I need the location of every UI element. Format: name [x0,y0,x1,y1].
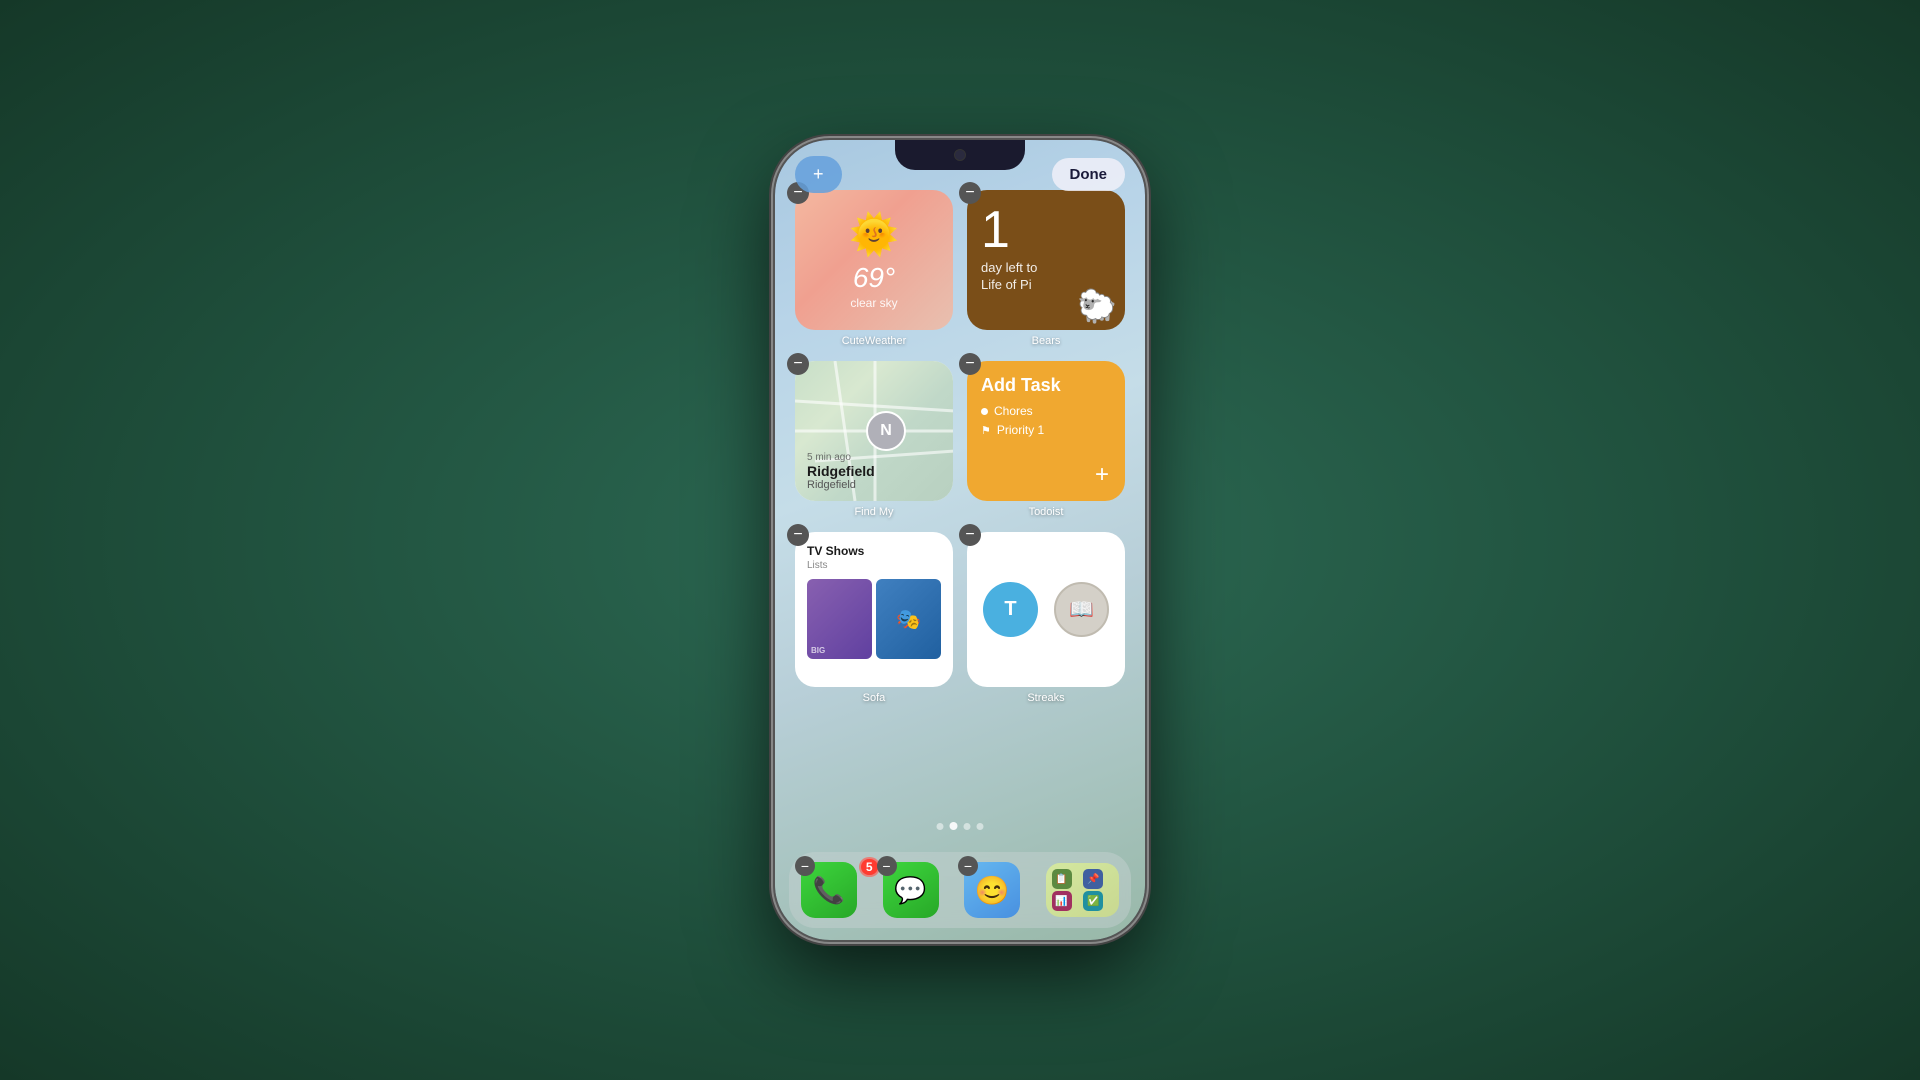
bears-subtitle: day left toLife of Pi [981,260,1037,294]
remove-streaks-button[interactable]: − [959,524,981,546]
todoist-priority-label: Priority 1 [997,423,1044,437]
page-dot-4[interactable] [977,823,984,830]
phone-frame: + Done − 🌞 69° clear sky CuteWeather − 1 [775,140,1145,940]
page-dot-3[interactable] [964,823,971,830]
widget-container-todoist: − Add Task Chores ⚑ Priority 1 + Todoist [967,361,1125,518]
sofa-app-label: Sofa [795,692,953,704]
widget-findmy[interactable]: N 5 min ago Ridgefield Ridgefield [795,361,953,501]
page-dot-2[interactable] [950,822,958,830]
remove-sofa-button[interactable]: − [787,524,809,546]
todoist-dot-icon [981,408,988,415]
cuteweather-app-label: CuteWeather [795,335,953,347]
dock-app-phone: − 📞 5 [801,862,875,918]
avatar: N [866,411,906,451]
remove-messages-button[interactable]: − [877,856,897,876]
streak-circle-book: 📖 [1054,582,1109,637]
map-info: 5 min ago Ridgefield Ridgefield [807,452,875,491]
todoist-chores-label: Chores [994,404,1033,418]
add-widget-button[interactable]: + [795,156,842,193]
map-time-label: 5 min ago [807,452,875,463]
todoist-title: Add Task [981,375,1111,396]
remove-findmy-button[interactable]: − [787,353,809,375]
mini-app-4: ✅ [1083,891,1103,911]
streak-circle-t: T [983,582,1038,637]
remove-todoist-button[interactable]: − [959,353,981,375]
widget-bears[interactable]: 1 day left toLife of Pi 🐑 [967,190,1125,330]
phone-screen: + Done − 🌞 69° clear sky CuteWeather − 1 [775,140,1145,940]
notch [895,140,1025,170]
show-image-1: BIG [807,579,872,659]
sofa-shows-grid: BIG 🎭 [807,579,941,659]
book-icon: 📖 [1069,597,1094,622]
bears-app-label: Bears [967,335,1125,347]
dock-app-folder: 📋 📌 📊 ✅ [1046,863,1120,917]
bears-countdown-number: 1 [981,204,1010,256]
widget-streaks[interactable]: T 📖 [967,532,1125,687]
sofa-subtitle: Lists [807,560,941,571]
dock: − 📞 5 − 💬 − 😊 📋 📌 📊 [789,852,1131,928]
temperature-label: 69° [853,262,895,294]
weather-condition: clear sky [850,296,897,310]
widget-cuteweather[interactable]: 🌞 69° clear sky [795,190,953,330]
todoist-item-priority: ⚑ Priority 1 [981,423,1111,437]
widget-container-cuteweather: − 🌞 69° clear sky CuteWeather [795,190,953,347]
remove-phone-button[interactable]: − [795,856,815,876]
sofa-show-1: BIG [807,579,872,659]
streaks-app-label: Streaks [967,692,1125,704]
widget-todoist[interactable]: Add Task Chores ⚑ Priority 1 + [967,361,1125,501]
sofa-show-2: 🎭 [876,579,941,659]
sun-icon: 🌞 [849,211,899,258]
todoist-flag-icon: ⚑ [981,424,991,437]
todoist-add-button[interactable]: + [1095,461,1109,489]
folder-icon[interactable]: 📋 📌 📊 ✅ [1046,863,1120,917]
remove-waze-button[interactable]: − [958,856,978,876]
mini-app-2: 📌 [1083,869,1103,889]
bears-character-icon: 🐑 [1077,287,1117,325]
widget-container-sofa: − TV Shows Lists BIG 🎭 [795,532,953,704]
widget-grid: − 🌞 69° clear sky CuteWeather − 1 day le… [795,190,1125,704]
mini-app-1: 📋 [1052,869,1072,889]
page-dots [937,822,984,830]
show-image-2: 🎭 [876,579,941,659]
dock-app-waze: − 😊 [964,862,1038,918]
widget-container-findmy: − N 5 min ago Ridgefiel [795,361,953,518]
widget-sofa[interactable]: TV Shows Lists BIG 🎭 [795,532,953,687]
widget-container-streaks: − T 📖 Streaks [967,532,1125,704]
done-button[interactable]: Done [1052,158,1126,191]
mini-app-3: 📊 [1052,891,1072,911]
todoist-app-label: Todoist [967,506,1125,518]
dock-app-messages: − 💬 [883,862,957,918]
page-dot-1[interactable] [937,823,944,830]
notch-camera [954,149,966,161]
widget-container-bears: − 1 day left toLife of Pi 🐑 Bears [967,190,1125,347]
map-sublocation-label: Ridgefield [807,479,875,491]
sofa-title: TV Shows [807,544,941,558]
todoist-item-chores: Chores [981,404,1111,418]
map-location-label: Ridgefield [807,463,875,479]
findmy-app-label: Find My [795,506,953,518]
